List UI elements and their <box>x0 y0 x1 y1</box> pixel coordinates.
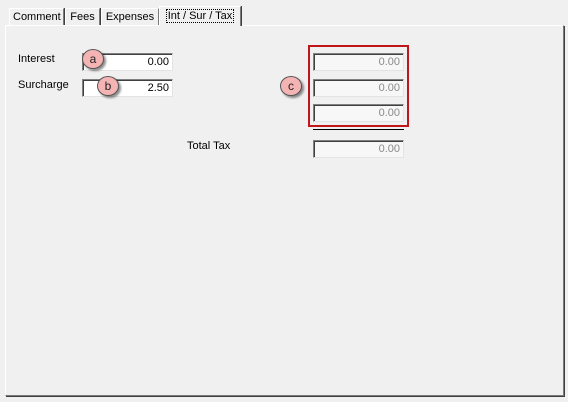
total-separator-line <box>313 129 404 130</box>
surcharge-label: Surcharge <box>18 79 69 91</box>
tab-fees[interactable]: Fees <box>65 8 100 25</box>
interest-label: Interest <box>18 53 55 65</box>
tab-comment-label: Comment <box>13 11 61 23</box>
tax-fields-highlight-box <box>308 45 409 127</box>
total-tax-field: 0.00 <box>313 140 404 158</box>
total-tax-label: Total Tax <box>187 140 231 152</box>
tab-int-sur-tax[interactable]: Int / Sur / Tax <box>159 6 241 26</box>
dialog-root: Comment Fees Expenses Int / Sur / Tax In… <box>0 0 568 402</box>
tab-fees-label: Fees <box>70 11 95 23</box>
tab-comment[interactable]: Comment <box>9 8 64 25</box>
surcharge-input[interactable]: 2.50 <box>82 79 173 97</box>
callout-c-marker: c <box>280 76 302 96</box>
tab-expenses-label: Expenses <box>105 11 155 23</box>
tab-expenses[interactable]: Expenses <box>101 8 159 25</box>
callout-b-marker: b <box>97 76 119 96</box>
tab-int-sur-tax-label: Int / Sur / Tax <box>165 9 235 23</box>
callout-a-marker: a <box>82 49 104 69</box>
